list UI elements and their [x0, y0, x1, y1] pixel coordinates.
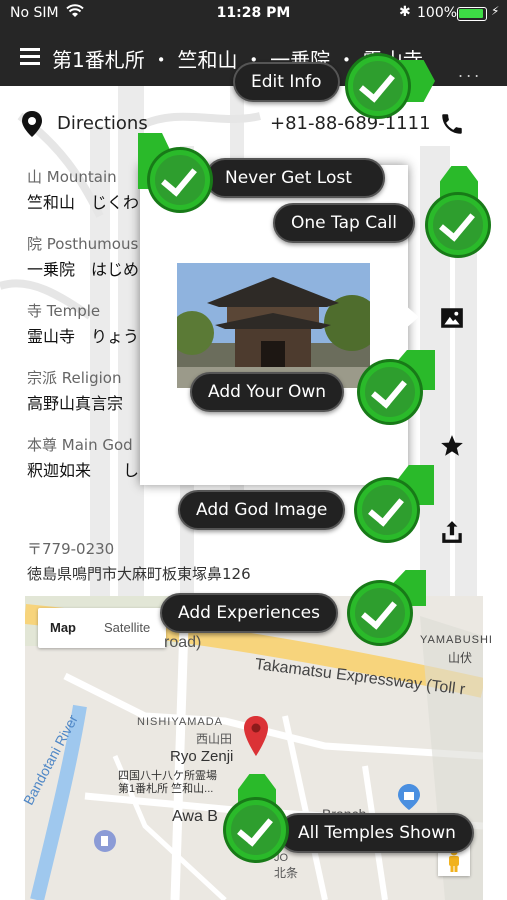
- posthumous-value: 一乗院 はじめ: [27, 260, 140, 279]
- posthumous-label: 院 Posthumous: [27, 235, 139, 253]
- map-label-yamabushi-jp: 山伏: [448, 651, 473, 665]
- map-type-toggle: Map Satellite: [38, 608, 166, 648]
- share-icon[interactable]: [439, 519, 465, 545]
- main-god-label: 本尊 Main God: [27, 436, 133, 454]
- map-tab[interactable]: Map: [50, 620, 76, 635]
- directions-link[interactable]: Directions: [57, 113, 148, 134]
- religion-info: 宗派 Religion 高野山真言宗: [27, 367, 123, 414]
- experiences-callout: Add Experiences: [160, 593, 338, 633]
- status-bar: No SIM 11:28 PM ✱ 100% ⚡: [0, 0, 507, 28]
- temple-value: 霊山寺 りょう: [27, 327, 140, 346]
- battery-percent: 100%: [417, 5, 458, 21]
- more-icon[interactable]: ...: [458, 62, 482, 81]
- location-pin-icon[interactable]: [22, 111, 42, 137]
- check-icon: [357, 480, 417, 540]
- postal-code: 〒779-0230: [27, 540, 115, 558]
- image-icon[interactable]: [439, 305, 465, 331]
- menu-icon[interactable]: [20, 48, 40, 66]
- main-god-value: 釈迦如来 し: [27, 461, 140, 480]
- religion-value: 高野山真言宗: [27, 394, 124, 413]
- satellite-tab[interactable]: Satellite: [104, 620, 150, 635]
- map-label-road: road): [164, 634, 202, 651]
- map-label-yamabushi: YAMABUSHI: [420, 634, 493, 646]
- religion-label: 宗派 Religion: [27, 369, 122, 387]
- edit-info-callout: Edit Info: [233, 62, 340, 102]
- map-label-place: Ryo Zenji: [170, 748, 234, 765]
- check-icon: [348, 56, 408, 116]
- popup-arrow: [405, 305, 419, 329]
- address-line: 徳島県鳴門市大麻町板東塚鼻126: [27, 565, 251, 583]
- check-icon: [226, 800, 286, 860]
- check-icon: [428, 195, 488, 255]
- mountain-value: 竺和山 じくわ: [27, 193, 140, 212]
- check-icon: [360, 362, 420, 422]
- charging-icon: ⚡: [491, 4, 500, 18]
- shopping-icon[interactable]: [398, 784, 420, 810]
- phone-number[interactable]: +81-88-689-1111: [270, 113, 431, 134]
- add-own-callout: Add Your Own: [190, 372, 345, 412]
- map-label-place-jp2: 第1番札所 竺和山...: [118, 783, 214, 795]
- map-label-hojo: 北条: [274, 866, 299, 880]
- map-label-jo: JO: [274, 852, 289, 864]
- map-marker-icon[interactable]: [244, 716, 268, 756]
- star-icon[interactable]: [439, 433, 465, 459]
- main-god-info: 本尊 Main God 釈迦如来 し: [27, 434, 139, 481]
- gas-station-icon[interactable]: [94, 830, 116, 852]
- temple-photo[interactable]: [177, 263, 370, 388]
- temple-info: 寺 Temple 霊山寺 りょう: [27, 300, 139, 347]
- never-lost-callout: Never Get Lost: [205, 158, 385, 198]
- mountain-info: 山 Mountain 竺和山 じくわ: [27, 166, 139, 213]
- check-icon: [350, 583, 410, 643]
- all-temples-callout: All Temples Shown: [278, 813, 474, 853]
- posthumous-info: 院 Posthumous 一乗院 はじめ: [27, 233, 139, 280]
- map-label-nishiyamada-jp: 西山田: [196, 732, 233, 746]
- mountain-label: 山 Mountain: [27, 168, 117, 186]
- map-label-nishiyamada: NISHIYAMADA: [137, 716, 223, 728]
- check-icon: [150, 150, 210, 210]
- bluetooth-icon: ✱: [399, 4, 411, 20]
- one-tap-callout: One Tap Call: [273, 203, 415, 243]
- god-image-callout: Add God Image: [178, 490, 346, 530]
- phone-icon[interactable]: [439, 111, 465, 137]
- temple-label: 寺 Temple: [27, 302, 101, 320]
- battery-icon: [457, 7, 487, 21]
- map-label-awa: Awa B: [172, 808, 218, 825]
